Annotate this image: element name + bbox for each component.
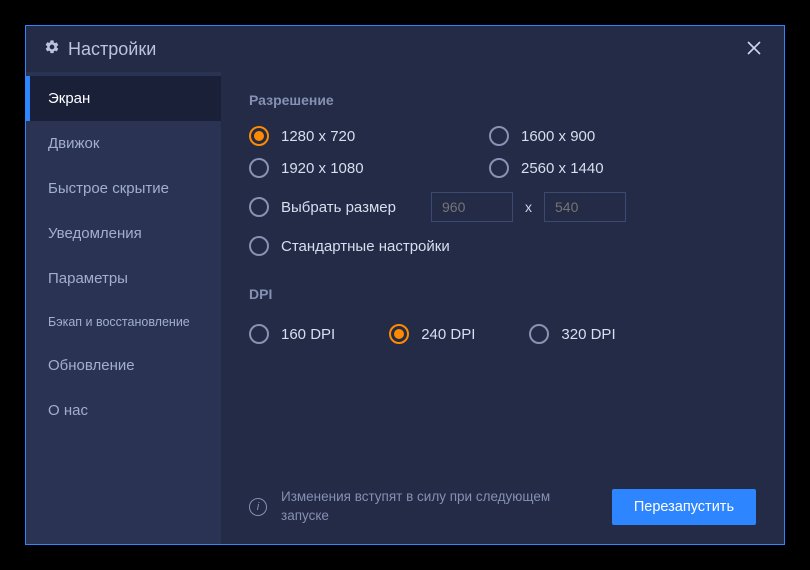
dpi-option-240[interactable]: 240 DPI — [389, 324, 475, 344]
sidebar-item-label: Бэкап и восстановление — [48, 315, 190, 329]
dpi-option-160[interactable]: 160 DPI — [249, 324, 335, 344]
radio-icon — [249, 126, 269, 146]
close-icon — [746, 36, 762, 62]
sidebar-item-label: Уведомления — [48, 225, 142, 242]
window-title: Настройки — [68, 39, 156, 60]
titlebar-left: Настройки — [44, 39, 156, 60]
radio-icon — [529, 324, 549, 344]
radio-icon — [249, 197, 269, 217]
dpi-section-title: DPI — [249, 286, 756, 302]
resolution-custom-row: Выбрать размер x — [249, 192, 756, 222]
footer-message: Изменения вступят в силу при следующем з… — [281, 488, 581, 526]
radio-label: 1920 x 1080 — [281, 160, 364, 177]
radio-label: Выбрать размер — [281, 199, 396, 216]
sidebar-item-about[interactable]: О нас — [26, 388, 221, 433]
dpi-options: 160 DPI 240 DPI 320 DPI — [249, 324, 756, 344]
gear-icon — [44, 39, 60, 60]
sidebar-item-label: Параметры — [48, 270, 128, 287]
sidebar-item-label: Обновление — [48, 357, 135, 374]
resolution-option-1920x1080[interactable]: 1920 x 1080 — [249, 158, 489, 178]
radio-label: 320 DPI — [561, 326, 615, 343]
radio-label: 1600 x 900 — [521, 128, 595, 145]
resolution-options: 1280 x 720 1600 x 900 1920 x 1080 2560 x… — [249, 126, 756, 178]
sidebar-item-notifications[interactable]: Уведомления — [26, 211, 221, 256]
sidebar-item-parameters[interactable]: Параметры — [26, 256, 221, 301]
radio-icon — [249, 236, 269, 256]
radio-icon — [389, 324, 409, 344]
resolution-section-title: Разрешение — [249, 92, 756, 108]
sidebar-item-screen[interactable]: Экран — [26, 76, 221, 121]
radio-label: 2560 x 1440 — [521, 160, 604, 177]
sidebar-item-label: Движок — [48, 135, 99, 152]
sidebar-item-label: Быстрое скрытие — [48, 180, 169, 197]
radio-icon — [249, 324, 269, 344]
radio-icon — [249, 158, 269, 178]
resolution-option-default[interactable]: Стандартные настройки — [249, 236, 756, 256]
main-panel: Разрешение 1280 x 720 1600 x 900 1920 x … — [221, 72, 784, 544]
custom-size-separator: x — [525, 199, 532, 215]
info-icon: i — [249, 498, 267, 516]
window-body: Экран Движок Быстрое скрытие Уведомления… — [26, 72, 784, 544]
radio-label: 1280 x 720 — [281, 128, 355, 145]
sidebar-item-update[interactable]: Обновление — [26, 343, 221, 388]
radio-label: Стандартные настройки — [281, 238, 450, 255]
radio-label: 160 DPI — [281, 326, 335, 343]
radio-label: 240 DPI — [421, 326, 475, 343]
radio-icon — [489, 158, 509, 178]
footer: i Изменения вступят в силу при следующем… — [249, 469, 756, 544]
resolution-option-1280x720[interactable]: 1280 x 720 — [249, 126, 489, 146]
dpi-option-320[interactable]: 320 DPI — [529, 324, 615, 344]
custom-height-input[interactable] — [544, 192, 626, 222]
sidebar-item-quick-hide[interactable]: Быстрое скрытие — [26, 166, 221, 211]
custom-width-input[interactable] — [431, 192, 513, 222]
restart-button[interactable]: Перезапустить — [612, 489, 756, 525]
resolution-option-2560x1440[interactable]: 2560 x 1440 — [489, 158, 729, 178]
settings-window: Настройки Экран Движок Быстрое скрытие У… — [25, 25, 785, 545]
sidebar-item-label: Экран — [48, 90, 90, 107]
titlebar: Настройки — [26, 26, 784, 72]
sidebar-item-label: О нас — [48, 402, 88, 419]
resolution-option-custom[interactable]: Выбрать размер — [249, 197, 419, 217]
sidebar: Экран Движок Быстрое скрытие Уведомления… — [26, 72, 221, 544]
radio-icon — [489, 126, 509, 146]
resolution-option-1600x900[interactable]: 1600 x 900 — [489, 126, 729, 146]
sidebar-item-backup[interactable]: Бэкап и восстановление — [26, 301, 221, 343]
sidebar-item-engine[interactable]: Движок — [26, 121, 221, 166]
close-button[interactable] — [740, 35, 768, 63]
